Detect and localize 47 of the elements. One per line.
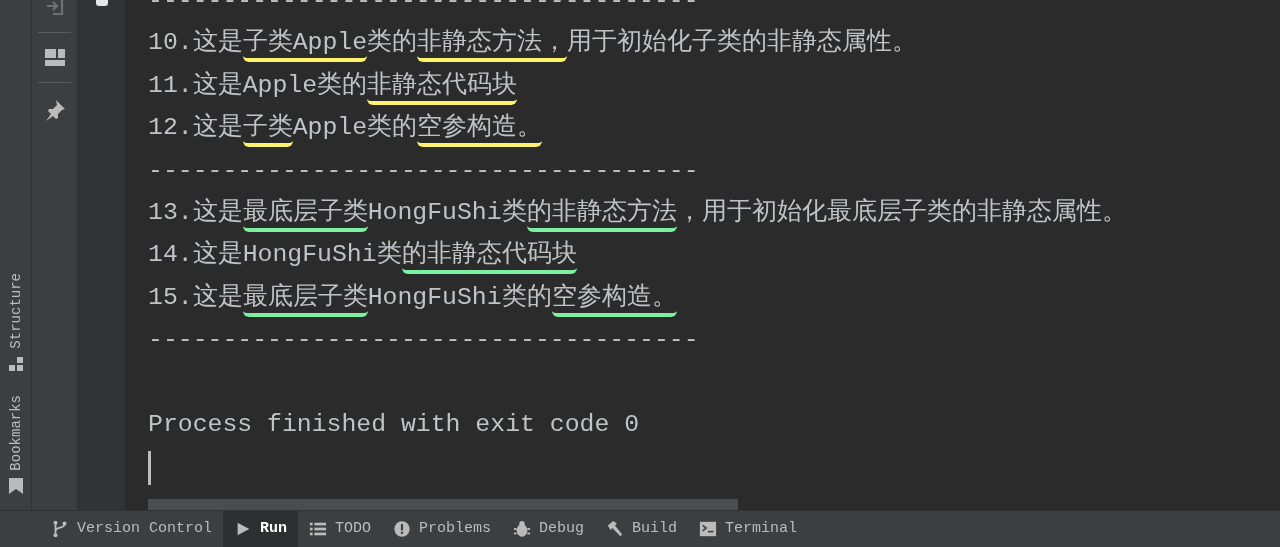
tool-window-tab[interactable]: Build <box>595 511 689 547</box>
console-text: 10.这是 <box>148 28 243 57</box>
tool-window-tab[interactable]: Terminal <box>688 511 809 547</box>
underlined-text: 最底层子类 <box>242 280 368 317</box>
console-text: ，用于初始化最底层子类的非静态属性。 <box>676 197 1127 226</box>
bug-icon <box>513 520 532 539</box>
alert-icon <box>393 520 412 539</box>
underlined-text: 非静态代码块 <box>367 68 518 105</box>
console-text: 用于初始化子类的非静态属性。 <box>567 28 918 57</box>
underlined-text: 空参构造。 <box>551 280 677 317</box>
underlined-text: 非静态方法， <box>417 26 568 63</box>
tool-window-tab[interactable]: Problems <box>382 511 503 547</box>
console-text: Process finished with exit code 0 <box>148 409 640 438</box>
hammer-icon <box>606 520 625 539</box>
structure-icon <box>8 356 23 371</box>
terminal-icon <box>699 520 718 539</box>
console-text: 13.这是 <box>148 197 243 226</box>
console-text: 12.这是 <box>148 113 243 142</box>
layout-icon[interactable] <box>44 49 65 66</box>
console-text: 14.这是HongFuShi类 <box>148 240 402 269</box>
console-text: HongFuShi类 <box>367 197 527 226</box>
tool-window-tab[interactable]: Version Control <box>40 511 224 547</box>
console-text: 11.这是Apple类的 <box>148 70 368 99</box>
console-text: HongFuShi类的 <box>367 282 552 311</box>
scroll-handle[interactable] <box>95 0 108 6</box>
underlined-text: 的非静态方法 <box>526 195 677 232</box>
text-cursor <box>148 451 151 486</box>
tool-window-tab[interactable]: Structure <box>8 272 23 349</box>
console-text: Apple类的 <box>292 113 418 142</box>
underlined-text: 最底层子类 <box>242 195 368 232</box>
branch-icon <box>51 520 69 539</box>
bookmark-icon <box>8 478 23 495</box>
underlined-text: 的非静态代码块 <box>401 238 577 275</box>
separator-line: ------------------------------------- <box>148 325 699 354</box>
separator-line: ------------------------------------- <box>148 0 699 14</box>
tool-window-tab[interactable]: Bookmarks <box>8 394 23 471</box>
console-text: 类的 <box>367 28 418 57</box>
underlined-text: 子类 <box>242 111 293 148</box>
underlined-text: 空参构造。 <box>417 111 543 148</box>
tool-window-tab[interactable]: Run <box>223 511 299 547</box>
tool-window-tab[interactable]: TODO <box>298 511 383 547</box>
underlined-text: 子类Apple <box>242 26 368 63</box>
separator-line: ------------------------------------- <box>148 155 699 184</box>
pin-icon[interactable] <box>43 99 66 121</box>
console-text: 15.这是 <box>148 282 243 311</box>
tool-window-tab[interactable]: Debug <box>502 511 596 547</box>
horizontal-scrollbar[interactable] <box>148 499 738 511</box>
